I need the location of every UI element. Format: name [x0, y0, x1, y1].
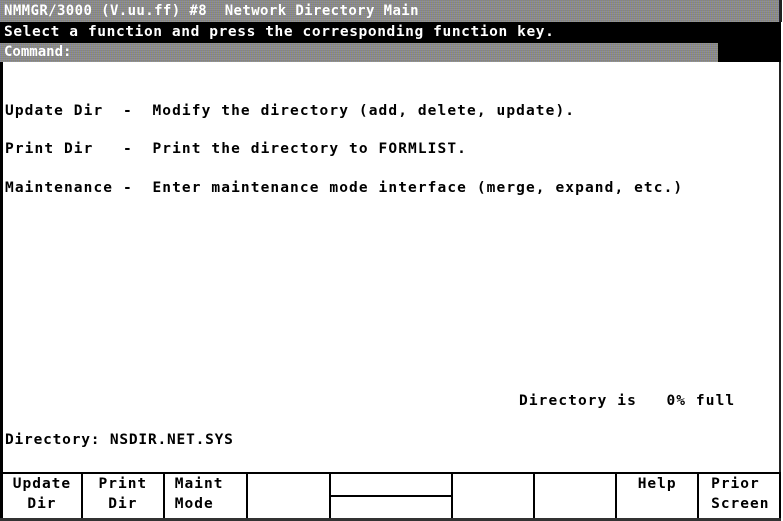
key-label-line2: Mode — [174, 496, 214, 512]
f5-key[interactable] — [330, 474, 452, 497]
menu-item-print-dir: Print Dir - Print the directory to FORML… — [5, 141, 467, 157]
key-label-line1: Prior — [711, 476, 760, 492]
command-input[interactable]: Command: — [0, 43, 718, 62]
f5-f6-key[interactable] — [330, 474, 454, 518]
f7b-key[interactable] — [535, 474, 618, 518]
menu-item-maintenance: Maintenance - Enter maintenance mode int… — [5, 180, 684, 196]
key-label-line2: Dir — [27, 496, 57, 512]
f3-maint-mode-key[interactable]: Maint Mode — [165, 474, 248, 518]
title-bar: NMMGR/3000 (V.uu.ff) #8 Network Director… — [0, 0, 782, 22]
screen-title: NMMGR/3000 (V.uu.ff) #8 Network Director… — [4, 3, 419, 19]
left-border — [0, 62, 3, 472]
menu-item-update-dir: Update Dir - Modify the directory (add, … — [5, 103, 576, 119]
f7-key[interactable] — [453, 474, 536, 518]
prompt-message: Select a function and press the correspo… — [4, 24, 555, 40]
key-label-line1: Help — [637, 476, 677, 492]
directory-name: Directory: NSDIR.NET.SYS — [5, 432, 234, 448]
f8-help-key[interactable]: Help — [617, 474, 700, 518]
f6-key[interactable] — [331, 497, 452, 518]
key-label-line1: Maint — [174, 476, 224, 492]
f4-key[interactable] — [248, 474, 331, 518]
f9-prior-screen-key[interactable]: Prior Screen — [699, 474, 781, 518]
directory-usage-status: Directory is 0% full — [519, 393, 736, 409]
key-label-line1: Print — [98, 476, 148, 492]
f2-print-dir-key[interactable]: Print Dir — [83, 474, 165, 518]
command-row: Command: — [0, 43, 781, 62]
command-label: Command: — [4, 44, 72, 60]
function-key-bar: Update Dir Print Dir Maint Mode Help Pri… — [0, 472, 781, 521]
terminal-screen: NMMGR/3000 (V.uu.ff) #8 Network Director… — [0, 0, 783, 521]
key-label-line1: Update — [12, 476, 72, 492]
prompt-bar: Select a function and press the correspo… — [0, 22, 781, 43]
f1-update-dir-key[interactable]: Update Dir — [0, 474, 83, 518]
key-label-line2: Dir — [108, 496, 138, 512]
key-label-line2: Screen — [711, 496, 770, 512]
right-border — [779, 62, 781, 472]
